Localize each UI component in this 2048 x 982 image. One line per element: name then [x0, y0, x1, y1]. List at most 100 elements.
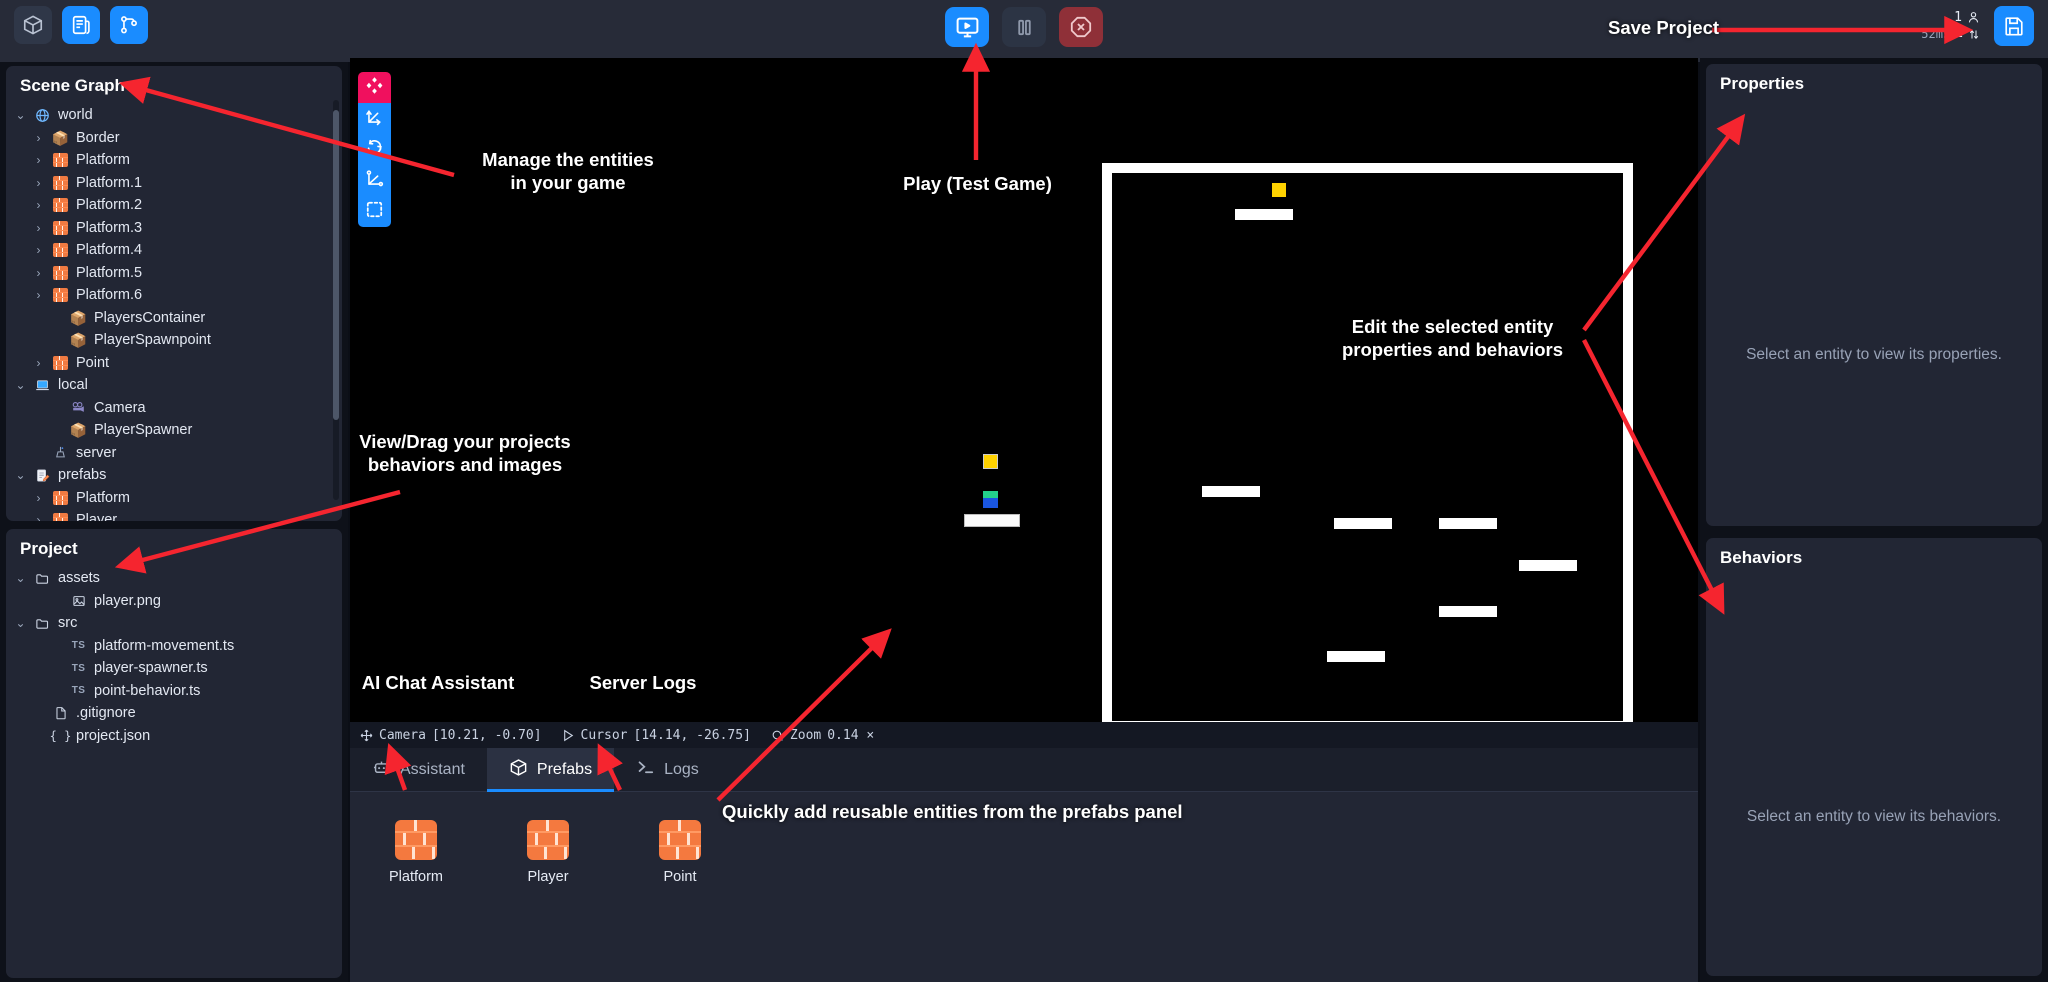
bottom-panel-tabs[interactable]: Assistant Prefabs Logs: [350, 748, 1698, 792]
move-tool[interactable]: [358, 103, 391, 134]
four-diamonds-icon: [365, 76, 384, 100]
rotate-tool[interactable]: [358, 134, 391, 165]
tree-item-label: PlayersContainer: [94, 309, 206, 326]
tab-assistant[interactable]: Assistant: [350, 748, 487, 791]
tree-item-platform-4[interactable]: › Platform.4: [6, 239, 342, 262]
game-platform: [1519, 560, 1577, 571]
tree-item-label: Platform.4: [76, 242, 143, 259]
playback-controls: [945, 7, 1103, 47]
behaviors-empty-text: Select an entity to view its behaviors.: [1746, 808, 2002, 825]
chevron-right-icon[interactable]: ›: [32, 176, 45, 190]
project-file-tree[interactable]: ⌄ assets player.png ⌄ src TS platform-movement…: [6, 565, 342, 978]
tab-label: Logs: [664, 760, 699, 778]
coin-sprite[interactable]: [983, 454, 998, 469]
tree-item-border[interactable]: › 📦 Border: [6, 127, 342, 150]
scene-graph-title: Scene Graph: [20, 76, 125, 95]
chevron-right-icon[interactable]: ›: [32, 198, 45, 212]
chevron-down-icon[interactable]: ⌄: [14, 616, 27, 630]
scene-view-button[interactable]: [14, 6, 52, 44]
annotation-ai-chat: AI Chat Assistant: [361, 672, 515, 693]
annotation-play: Play (Test Game): [903, 173, 1052, 194]
scale-tool[interactable]: [358, 165, 391, 196]
connection-stats: 1 52ms 1: [1921, 10, 1980, 43]
tree-item-prefabs[interactable]: ⌄ prefabs: [6, 464, 342, 487]
transform-gizmo-toolbar[interactable]: [358, 72, 391, 227]
prefab-item-point[interactable]: Point: [614, 820, 746, 885]
save-project-button[interactable]: [1994, 6, 2034, 46]
game-coin: [1272, 183, 1286, 197]
tree-item-platform-1[interactable]: › Platform.1: [6, 172, 342, 195]
tree-item-playerspawner[interactable]: 📦 PlayerSpawner: [6, 419, 342, 442]
tree-item-camera[interactable]: Camera: [6, 397, 342, 420]
tree-item-point-behavior-ts[interactable]: TS point-behavior.ts: [6, 680, 342, 703]
scene-graph-panel: Scene Graph ⌄ world › 📦 Border › Platform › Plat…: [6, 66, 342, 521]
tree-item-assets[interactable]: ⌄ assets: [6, 567, 342, 590]
tree-item-platform-5[interactable]: › Platform.5: [6, 262, 342, 285]
chevron-right-icon[interactable]: ›: [32, 153, 45, 167]
tree-item-label: Player: [76, 512, 118, 521]
chevron-right-icon[interactable]: ›: [32, 243, 45, 257]
brick-icon: [53, 490, 68, 505]
game-platform: [1439, 606, 1497, 617]
tree-item-platform-3[interactable]: › Platform.3: [6, 217, 342, 240]
tree-item-platform[interactable]: › Platform: [6, 487, 342, 510]
tree-item-platform-movement-ts[interactable]: TS platform-movement.ts: [6, 635, 342, 658]
play-button[interactable]: [945, 7, 989, 47]
scene-graph-scrollbar[interactable]: [333, 100, 339, 500]
chevron-right-icon[interactable]: ›: [32, 221, 45, 235]
chevron-down-icon[interactable]: ⌄: [14, 571, 27, 585]
chevron-right-icon[interactable]: ›: [32, 356, 45, 370]
pause-button[interactable]: [1002, 7, 1046, 47]
tree-item-src[interactable]: ⌄ src: [6, 612, 342, 635]
tree-item-playerscontainer[interactable]: 📦 PlayersContainer: [6, 307, 342, 330]
top-left-buttons: [14, 6, 148, 44]
tree-item-server[interactable]: server: [6, 442, 342, 465]
tree-item-player-spawner-ts[interactable]: TS player-spawner.ts: [6, 657, 342, 680]
chevron-right-icon[interactable]: ›: [32, 266, 45, 280]
player-sprite[interactable]: [983, 491, 998, 508]
memo-icon: [37, 469, 50, 482]
tree-item-label: player.png: [94, 592, 161, 609]
prefab-label: Point: [663, 869, 697, 885]
tree-item-player[interactable]: › Player: [6, 509, 342, 521]
tree-item--gitignore[interactable]: .gitignore: [6, 702, 342, 725]
chevron-down-icon[interactable]: ⌄: [14, 468, 27, 482]
properties-empty-text: Select an entity to view its properties.: [1746, 346, 2002, 363]
script-view-button[interactable]: [62, 6, 100, 44]
tree-item-platform-6[interactable]: › Platform.6: [6, 284, 342, 307]
chevron-down-icon[interactable]: ⌄: [14, 108, 27, 122]
select-tool[interactable]: [358, 72, 391, 103]
scene-graph-tree[interactable]: ⌄ world › 📦 Border › Platform › Platform.1 › Platf…: [6, 102, 342, 521]
annotation-view-drag: View/Drag your projects behaviors and im…: [359, 431, 571, 476]
chevron-right-icon[interactable]: ›: [32, 288, 45, 302]
chevron-right-icon[interactable]: ›: [32, 513, 45, 521]
prefab-item-platform[interactable]: Platform: [350, 820, 482, 885]
tree-item-project-json[interactable]: { } project.json: [6, 725, 342, 748]
tree-item-point[interactable]: › Point: [6, 352, 342, 375]
stop-button[interactable]: [1059, 7, 1103, 47]
editor-window: 1 52ms 1 Scene Graph ⌄ world › 📦 Border …: [0, 0, 2048, 982]
camera-icon: [72, 402, 84, 413]
tree-item-label: Platform: [76, 152, 130, 169]
tree-item-platform-2[interactable]: › Platform.2: [6, 194, 342, 217]
graph-view-button[interactable]: [110, 6, 148, 44]
tab-prefabs[interactable]: Prefabs: [486, 748, 615, 792]
tree-item-local[interactable]: ⌄ local: [6, 374, 342, 397]
cube-icon: [23, 15, 43, 35]
tree-item-label: assets: [58, 570, 100, 587]
chevron-right-icon[interactable]: ›: [32, 491, 45, 505]
tab-logs[interactable]: Logs: [614, 748, 721, 791]
chevron-down-icon[interactable]: ⌄: [14, 378, 27, 392]
stop-octagon-icon: [1070, 16, 1092, 38]
tree-item-world[interactable]: ⌄ world: [6, 104, 342, 127]
viewport-status-bar: Camera [10.21, -0.70] Cursor [14.14, -26…: [350, 722, 1698, 748]
prefab-item-player[interactable]: Player: [482, 820, 614, 885]
scrollbar-thumb[interactable]: [333, 110, 339, 420]
chevron-right-icon[interactable]: ›: [32, 131, 45, 145]
tree-item-player-png[interactable]: player.png: [6, 590, 342, 613]
rect-tool[interactable]: [358, 196, 391, 227]
tree-item-platform[interactable]: › Platform: [6, 149, 342, 172]
play-monitor-icon: [956, 17, 978, 37]
platform-sprite[interactable]: [964, 514, 1020, 527]
tree-item-playerspawnpoint[interactable]: 📦 PlayerSpawnpoint: [6, 329, 342, 352]
